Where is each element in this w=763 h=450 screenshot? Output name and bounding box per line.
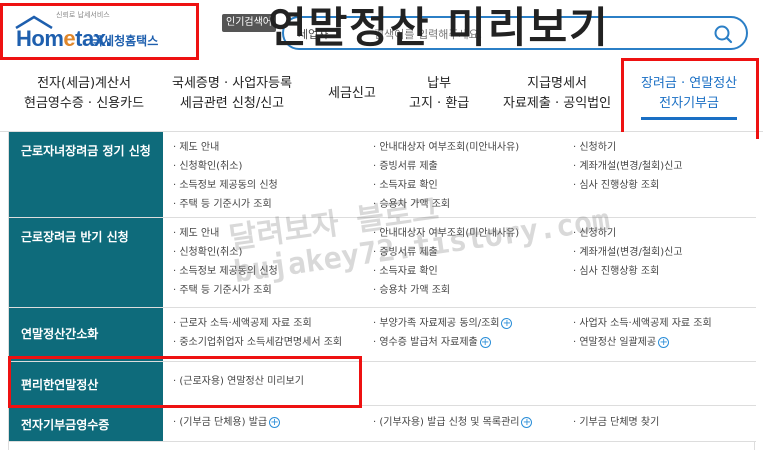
nav-line1: 장려금 · 연말정산 [641, 76, 738, 91]
menu-link[interactable]: · 승용차 가액 조회 [373, 281, 519, 300]
logo-slogan: 신뢰로 납세서비스 [56, 11, 110, 19]
section-links: · (기부금 단체용) 발급 + · (기부자용) 발급 신청 및 목록관리 + ·… [163, 406, 756, 441]
section-links: · 근로자 소득·세액공제 자료 조회 · 중소기업취업자 소득세감면명세서 조… [163, 308, 756, 361]
section-links: · 제도 안내 · 신청확인(취소) · 소득정보 제공동의 신청 · 주택 등… [163, 132, 756, 217]
menu-link[interactable]: · 소득자료 확인 [373, 262, 519, 281]
hometax-logo[interactable]: 신뢰로 납세서비스 Hometax. 국세청홈택스 [10, 8, 195, 58]
menu-link[interactable]: · 근로자 소득·세액공제 자료 조회 [173, 314, 342, 333]
menu-link[interactable]: · 심사 진행상황 조회 [573, 176, 683, 195]
section-label: 편리한연말정산 [9, 362, 163, 405]
section-label: 연말정산간소화 [9, 308, 163, 361]
menu-link[interactable]: · 주택 등 기준시가 조회 [173, 281, 278, 300]
nav-line1: 전자(세금)계산서 [37, 76, 131, 91]
submenu-panel: 근로자녀장려금 정기 신청 · 제도 안내 · 신청확인(취소) · 소득정보 … [8, 132, 756, 450]
menu-link[interactable]: · 승용차 가액 조회 [373, 195, 519, 214]
menu-link[interactable]: · 계좌개설(변경/철회)신고 [573, 157, 683, 176]
menu-link[interactable]: · 사업자 소득·세액공제 자료 조회 [573, 314, 712, 333]
nav-line2: 세금관련 신청/신고 [179, 96, 285, 111]
menu-link[interactable]: · 기부금 단체명 찾기 [573, 413, 659, 432]
menu-link[interactable]: · 심사 진행상황 조회 [573, 262, 683, 281]
nav-payment[interactable]: 납부 고지 · 환급 [409, 74, 469, 114]
nav-tax-certificate[interactable]: 국세증명 · 사업자등록 세금관련 신청/신고 [172, 74, 292, 114]
menu-link[interactable]: · 소득정보 제공동의 신청 [173, 262, 278, 281]
section-links: · 제도 안내 · 신청확인(취소) · 소득정보 제공동의 신청 · 주택 등… [163, 218, 756, 307]
plus-circle-icon: + [501, 317, 513, 329]
menu-link[interactable]: · 증빙서류 제출 [373, 157, 519, 176]
section-label: 근로자녀장려금 정기 신청 [9, 132, 163, 217]
nav-line1: 국세증명 · 사업자등록 [172, 76, 293, 91]
menu-link[interactable]: · 신청확인(취소) [173, 243, 278, 262]
section-row: 근로자녀장려금 정기 신청 · 제도 안내 · 신청확인(취소) · 소득정보 … [9, 132, 756, 218]
plus-circle-icon: + [479, 336, 491, 348]
menu-link[interactable]: · 소득정보 제공동의 신청 [173, 176, 278, 195]
menu-link[interactable]: · 영수증 발급처 자료제출 + [373, 333, 512, 352]
nav-line2: 전자기부금 [659, 96, 719, 111]
menu-link[interactable]: · 신청하기 [573, 224, 683, 243]
menu-link[interactable]: · 증빙서류 제출 [373, 243, 519, 262]
nav-line1: 세금신고 [328, 86, 376, 101]
menu-link[interactable]: · 소득자료 확인 [373, 176, 519, 195]
overlay-title: 연말정산 미리보기 [268, 3, 610, 52]
menu-link[interactable]: · 주택 등 기준시가 조회 [173, 195, 278, 214]
nav-payment-statement[interactable]: 지급명세서 자료제출 · 공익법인 [503, 74, 611, 114]
menu-link[interactable]: · 신청확인(취소) [173, 157, 278, 176]
search-icon[interactable] [712, 23, 734, 45]
header: 신뢰로 납세서비스 Hometax. 국세청홈택스 인기검색어 세업자 연말정산… [0, 0, 763, 62]
section-row: 연말정산간소화 · 근로자 소득·세액공제 자료 조회 · 중소기업취업자 소득… [9, 308, 756, 362]
nav-active-underline [641, 117, 738, 120]
menu-link[interactable]: · 중소기업취업자 소득세감면명세서 조회 [173, 333, 342, 352]
menu-link[interactable]: · 연말정산 일괄제공 + [573, 333, 712, 352]
nav-e-invoice[interactable]: 전자(세금)계산서 현금영수증 · 신용카드 [24, 74, 144, 114]
plus-circle-icon: + [269, 416, 281, 428]
menu-link[interactable]: · 안내대상자 여부조회(미안내사유) [373, 224, 519, 243]
nav-incentive-yearend[interactable]: 장려금 · 연말정산 전자기부금 [641, 74, 738, 120]
menu-link[interactable]: · 신청하기 [573, 138, 683, 157]
plus-circle-icon: + [521, 416, 533, 428]
section-label: 근로장려금 반기 신청 [9, 218, 163, 307]
nav-line1: 지급명세서 [527, 76, 587, 91]
menu-link[interactable]: · (기부금 단체용) 발급 + [173, 413, 281, 432]
section-label: 전자기부금영수증 [9, 406, 163, 441]
menu-link[interactable]: · 제도 안내 [173, 138, 278, 157]
section-row: 근로장려금 반기 신청 · 제도 안내 · 신청확인(취소) · 소득정보 제공… [9, 218, 756, 308]
section-links: · (근로자용) 연말정산 미리보기 [163, 362, 756, 405]
nav-line2: 자료제출 · 공익법인 [503, 96, 612, 111]
menu-link[interactable]: · 제도 안내 [173, 224, 278, 243]
section-row: 편리한연말정산 · (근로자용) 연말정산 미리보기 [9, 362, 756, 406]
section-row: 전자기부금영수증 · (기부금 단체용) 발급 + · (기부자용) 발급 신청 … [9, 406, 756, 442]
nav-tax-report[interactable]: 세금신고 [328, 84, 376, 104]
yearend-preview-link[interactable]: · (근로자용) 연말정산 미리보기 [173, 372, 304, 391]
nav-line1: 납부 [427, 76, 452, 91]
nav-line2: 현금영수증 · 신용카드 [24, 96, 145, 111]
nav-line2: 고지 · 환급 [409, 96, 470, 111]
menu-link[interactable]: · 부양가족 자료제공 동의/조회 + [373, 314, 513, 333]
logo-site-name: 국세청홈택스 [92, 34, 159, 48]
menu-link[interactable]: · 안내대상자 여부조회(미안내사유) [373, 138, 519, 157]
menu-link[interactable]: · (기부자용) 발급 신청 및 목록관리 + [373, 413, 533, 432]
menu-link[interactable]: · 계좌개설(변경/철회)신고 [573, 243, 683, 262]
main-nav: 전자(세금)계산서 현금영수증 · 신용카드 국세증명 · 사업자등록 세금관련… [0, 62, 763, 132]
plus-circle-icon: + [658, 336, 670, 348]
